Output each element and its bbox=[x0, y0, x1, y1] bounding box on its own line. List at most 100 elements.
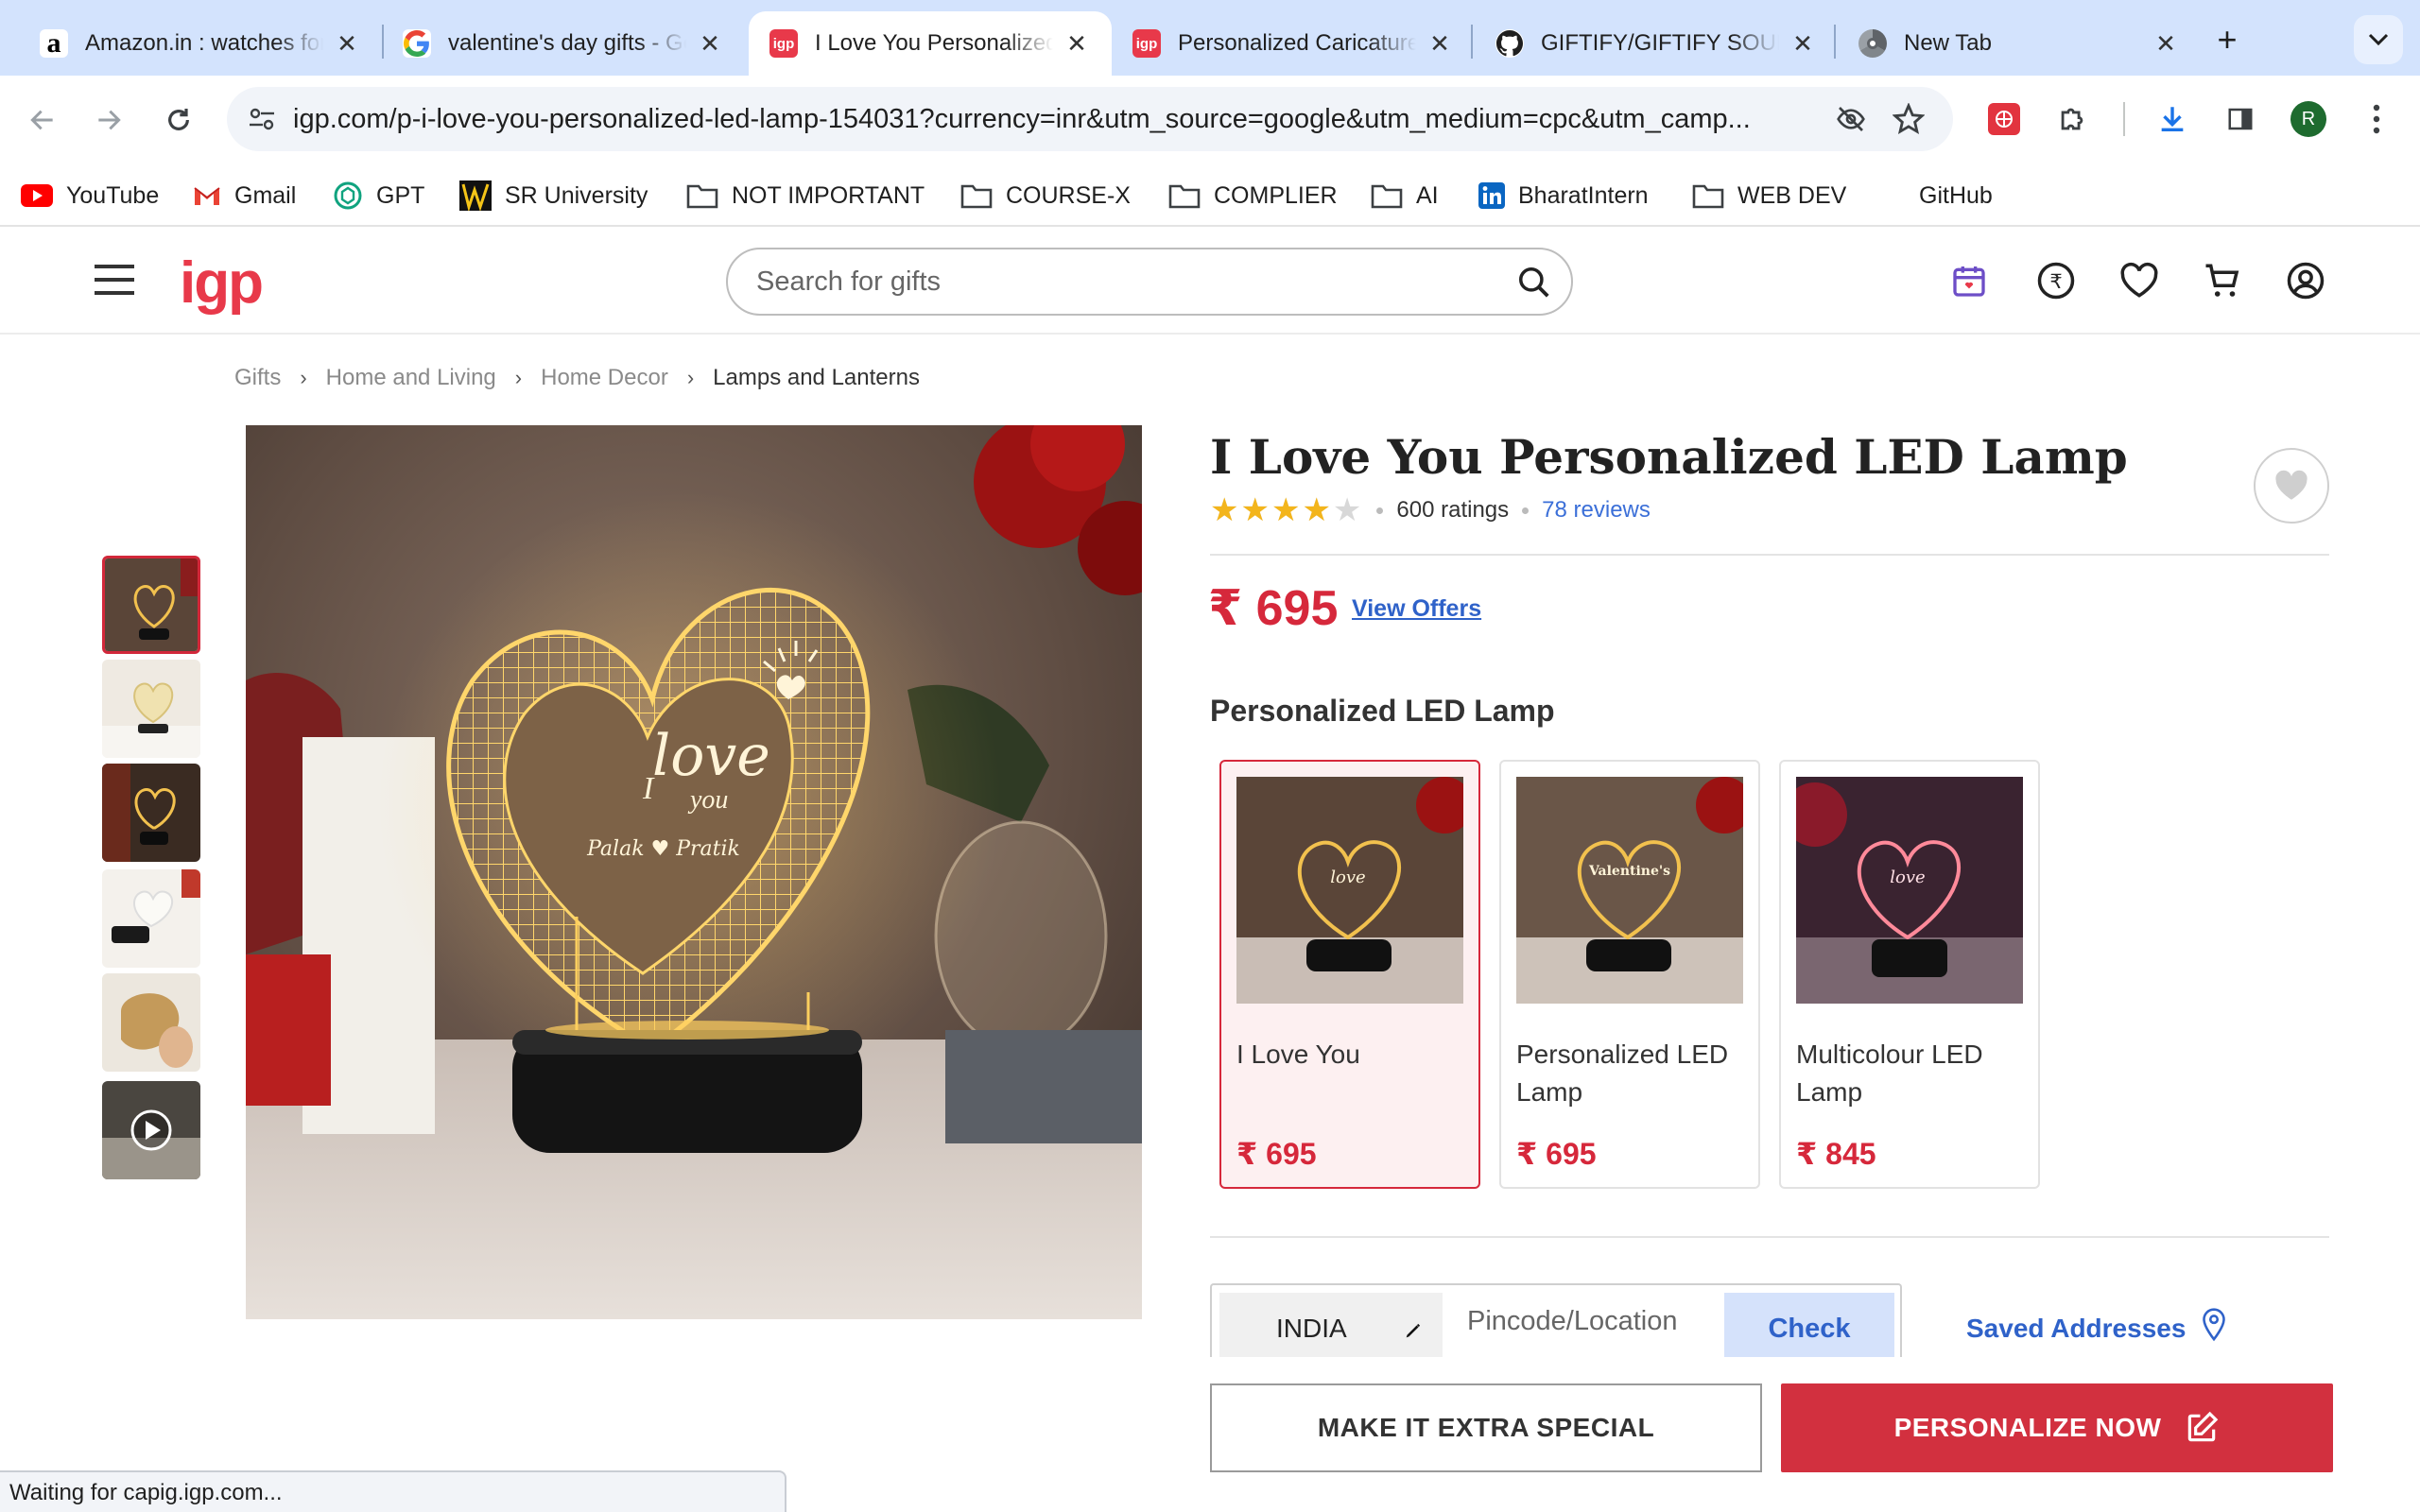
linkedin-icon bbox=[1478, 182, 1505, 209]
saved-addresses-label: Saved Addresses bbox=[1966, 1313, 2187, 1343]
product-video-thumbnail[interactable] bbox=[102, 1081, 200, 1179]
bookmark-youtube[interactable]: YouTube bbox=[21, 176, 159, 215]
forward-button[interactable] bbox=[87, 98, 130, 142]
close-icon[interactable]: ✕ bbox=[1789, 29, 1817, 58]
currency-icon[interactable]: ₹ bbox=[2032, 257, 2080, 304]
close-icon[interactable]: ✕ bbox=[1063, 29, 1091, 58]
breadcrumb-home-and-living[interactable]: Home and Living bbox=[326, 365, 496, 391]
variant-card-multicolour-led-lamp[interactable]: love Multicolour LED Lamp ₹ 845 bbox=[1779, 760, 2040, 1189]
side-panel-icon[interactable] bbox=[2218, 96, 2263, 142]
check-button[interactable]: Check bbox=[1724, 1293, 1894, 1357]
breadcrumb-gifts[interactable]: Gifts bbox=[234, 365, 281, 391]
tab-amazon[interactable]: a Amazon.in : watches for women ✕ bbox=[19, 11, 382, 76]
close-icon[interactable]: ✕ bbox=[696, 29, 724, 58]
new-tab-button[interactable]: + bbox=[2206, 19, 2248, 60]
variant-section-title: Personalized LED Lamp bbox=[1210, 694, 1555, 728]
folder-icon bbox=[1692, 182, 1724, 209]
bookmark-folder[interactable]: COMPLIER bbox=[1168, 176, 1338, 215]
tab-title: valentine's day gifts - Google Search bbox=[448, 30, 686, 56]
reload-button[interactable] bbox=[157, 98, 200, 142]
view-offers-link[interactable]: View Offers bbox=[1352, 595, 1481, 623]
extension-red-icon[interactable] bbox=[1981, 96, 2027, 142]
product-thumbnail[interactable] bbox=[102, 869, 200, 968]
product-thumbnail[interactable] bbox=[102, 556, 200, 654]
tab-divider bbox=[1471, 25, 1473, 59]
tab-divider bbox=[1834, 25, 1836, 59]
breadcrumb-home-decor[interactable]: Home Decor bbox=[541, 365, 668, 391]
divider bbox=[1210, 1236, 2329, 1238]
account-icon[interactable] bbox=[2282, 257, 2329, 304]
calendar-icon[interactable] bbox=[1945, 257, 1993, 304]
lamp-text-big: love bbox=[652, 723, 770, 789]
close-icon[interactable]: ✕ bbox=[1426, 29, 1454, 58]
product-thumbnail[interactable] bbox=[102, 660, 200, 758]
site-info-icon[interactable] bbox=[248, 106, 276, 140]
github-icon bbox=[1495, 29, 1524, 58]
bookmark-folder[interactable]: COURSE-X bbox=[960, 176, 1131, 215]
bookmark-gpt[interactable]: GPT bbox=[333, 176, 424, 215]
make-it-extra-special-button[interactable]: MAKE IT EXTRA SPECIAL bbox=[1210, 1383, 1762, 1472]
location-pin-icon bbox=[2201, 1308, 2227, 1349]
address-bar[interactable]: igp.com/p-i-love-you-personalized-led-la… bbox=[227, 87, 1953, 151]
bookmark-bharatintern[interactable]: BharatIntern bbox=[1478, 176, 1649, 215]
wishlist-button[interactable] bbox=[2254, 448, 2329, 524]
variant-image: Valentine's bbox=[1516, 777, 1743, 1004]
star-rating: ★★★★★★★★★★ bbox=[1210, 492, 1364, 528]
bookmark-gmail[interactable]: Gmail bbox=[193, 176, 296, 215]
svg-text:₹: ₹ bbox=[2049, 270, 2062, 293]
personalize-now-button[interactable]: PERSONALIZE NOW bbox=[1781, 1383, 2333, 1472]
toolbar-divider bbox=[2123, 102, 2125, 136]
star-icon[interactable] bbox=[1892, 102, 1926, 143]
saved-addresses-link[interactable]: Saved Addresses bbox=[1966, 1308, 2227, 1349]
reviews-link[interactable]: 78 reviews bbox=[1542, 497, 1651, 524]
tab-search-button[interactable] bbox=[2354, 15, 2403, 64]
bookmark-folder[interactable]: AI bbox=[1371, 176, 1439, 215]
close-icon[interactable]: ✕ bbox=[2152, 29, 2180, 58]
variant-price: ₹ 695 bbox=[1236, 1137, 1317, 1171]
hamburger-menu-icon[interactable] bbox=[95, 263, 138, 301]
chevron-right-icon: › bbox=[514, 366, 523, 389]
variant-price: ₹ 695 bbox=[1516, 1137, 1597, 1171]
chrome-icon bbox=[1858, 29, 1887, 58]
tab-google-search[interactable]: valentine's day gifts - Google Search ✕ bbox=[382, 11, 745, 76]
pincode-input[interactable]: Pincode/Location bbox=[1467, 1306, 1678, 1337]
tab-igp-lamp[interactable]: igp I Love You Personalized LED Lamp ✕ bbox=[749, 11, 1112, 76]
chevron-right-icon: › bbox=[686, 366, 695, 389]
product-price: ₹ 695 bbox=[1208, 581, 1339, 636]
variant-name: Personalized LED Lamp bbox=[1516, 1040, 1729, 1107]
country-selector[interactable]: INDIA bbox=[1219, 1293, 1443, 1357]
youtube-icon bbox=[21, 184, 53, 207]
bookmark-folder[interactable]: WEB DEV bbox=[1692, 176, 1846, 215]
product-main-image[interactable]: I love you Palak ♥ Pratik bbox=[246, 425, 1142, 1319]
tab-github[interactable]: GIFTIFY/GIFTIFY SOURCE CODE ✕ bbox=[1475, 11, 1838, 76]
variant-card-personalized-led-lamp[interactable]: Valentine's Personalized LED Lamp ₹ 695 bbox=[1499, 760, 1760, 1189]
variant-card-i-love-you[interactable]: love I Love You ₹ 695 bbox=[1219, 760, 1480, 1189]
product-thumbnail[interactable] bbox=[102, 764, 200, 862]
igp-logo[interactable]: igp bbox=[180, 249, 264, 317]
back-button[interactable] bbox=[21, 98, 64, 142]
close-icon[interactable]: ✕ bbox=[333, 29, 361, 58]
bookmark-folder[interactable]: NOT IMPORTANT bbox=[686, 176, 925, 215]
heart-icon[interactable] bbox=[2116, 257, 2163, 304]
tab-new-tab[interactable]: New Tab ✕ bbox=[1838, 11, 2201, 76]
search-icon[interactable] bbox=[1516, 265, 1552, 308]
edit-pencil-icon[interactable] bbox=[1403, 1317, 1424, 1348]
lamp-text-small-bottom: you bbox=[687, 785, 728, 815]
search-input[interactable]: Search for gifts bbox=[726, 248, 1573, 316]
separator-dot bbox=[1522, 507, 1530, 514]
bookmark-sr-university[interactable]: SR University bbox=[459, 176, 648, 215]
product-thumbnail[interactable] bbox=[102, 973, 200, 1072]
download-icon[interactable] bbox=[2150, 96, 2195, 142]
chevron-down-icon bbox=[2368, 33, 2389, 46]
ratings-count: 600 ratings bbox=[1396, 497, 1510, 523]
extensions-puzzle-icon[interactable] bbox=[2049, 96, 2095, 142]
tab-igp-caricature[interactable]: igp Personalized Caricature Gifts ✕ bbox=[1112, 11, 1475, 76]
bookmark-github[interactable]: GitHub bbox=[1919, 176, 1993, 215]
profile-avatar[interactable]: R bbox=[2286, 96, 2331, 142]
eye-off-icon[interactable] bbox=[1834, 104, 1868, 142]
more-vert-icon[interactable] bbox=[2354, 96, 2399, 142]
tab-title: Amazon.in : watches for women bbox=[85, 30, 323, 56]
cart-icon[interactable] bbox=[2199, 257, 2246, 304]
pincode-checker: INDIA Pincode/Location Check bbox=[1210, 1283, 1902, 1357]
chevron-right-icon: › bbox=[300, 366, 307, 389]
